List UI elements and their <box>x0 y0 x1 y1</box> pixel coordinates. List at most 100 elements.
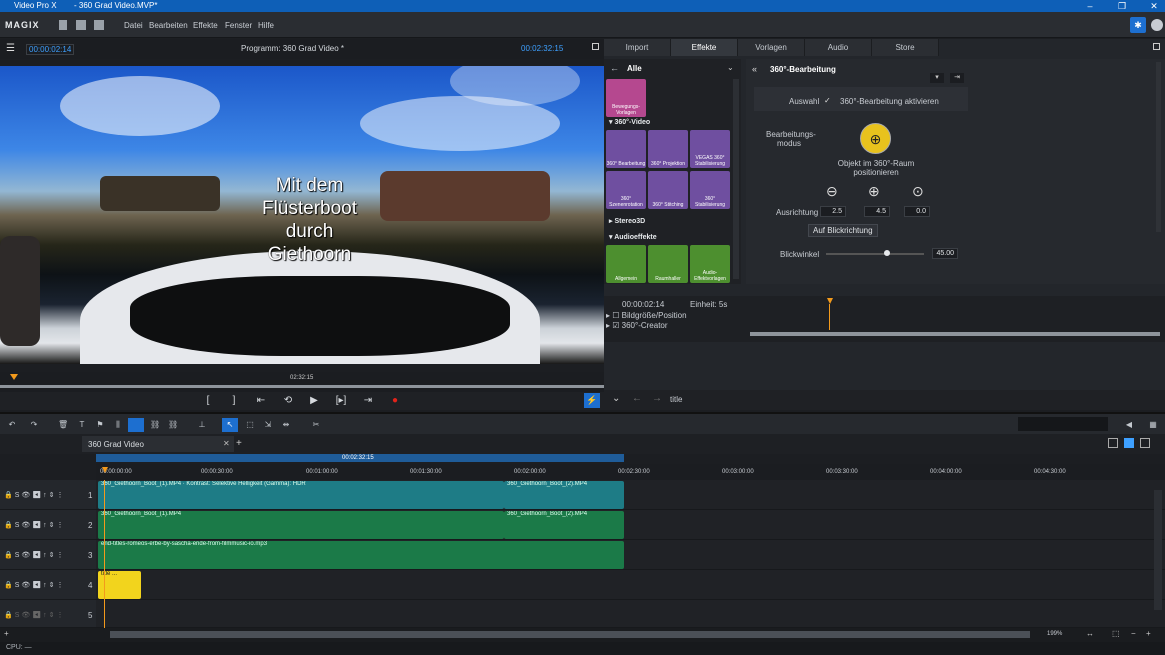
set-out-button[interactable]: ] <box>226 394 242 408</box>
effect-list-scrollbar[interactable] <box>733 79 739 279</box>
open-folder-icon[interactable] <box>76 20 86 30</box>
tile-audio-effektvorlagen[interactable]: Audio-Effektvorlagen <box>690 245 730 283</box>
tile-360-projektion[interactable]: 360° Projektion <box>648 130 688 168</box>
tab-vorlagen[interactable]: Vorlagen <box>738 39 805 56</box>
snap-icon[interactable]: ⊥ <box>198 421 206 429</box>
loop-mode-icon[interactable] <box>128 418 144 432</box>
tile-360-stabilisierung[interactable]: 360° Stabilisierung <box>690 171 730 209</box>
kf-row-360-creator[interactable]: ▸ ☑ 360°-Creator <box>606 321 668 330</box>
hscroll-thumb[interactable] <box>110 631 1030 638</box>
menu-fenster[interactable]: Fenster <box>225 21 252 30</box>
minimize-button[interactable]: – <box>1080 0 1100 12</box>
undock-panel-icon[interactable] <box>1153 43 1160 50</box>
save-icon[interactable] <box>94 20 104 30</box>
close-button[interactable]: ✕ <box>1144 0 1164 12</box>
back-arrow-icon[interactable]: ← <box>610 63 619 73</box>
fx-panel-scrollbar[interactable] <box>1156 62 1161 232</box>
menu-datei[interactable]: Datei <box>124 21 143 30</box>
fx-reset-icon[interactable]: ⇥ <box>950 73 964 83</box>
section-stereo3d[interactable]: ▸ Stereo3D <box>609 217 645 225</box>
loop-button[interactable]: ⟲ <box>280 394 296 408</box>
cut-tool-icon[interactable]: ⇹ <box>282 421 290 429</box>
tile-360-szenenrotation[interactable]: 360° Szenenrotation <box>606 171 646 209</box>
record-button[interactable]: ● <box>387 394 403 408</box>
zoom-fit-icon[interactable]: ↔ <box>1086 629 1094 638</box>
wizard-icon[interactable]: ✱ <box>1130 17 1146 33</box>
preview-scrubber[interactable]: 02:32:15 <box>0 372 604 392</box>
scene-view-icon[interactable] <box>1140 438 1150 448</box>
globe-mode-icon[interactable]: ⊕ <box>860 123 891 154</box>
blickwinkel-slider-knob[interactable] <box>883 250 890 256</box>
unlink-icon[interactable]: ⛓ <box>168 421 178 429</box>
timeline-view-icon[interactable] <box>1124 438 1134 448</box>
tile-360-stitching[interactable]: 360° Stitching <box>648 171 688 209</box>
back-icon[interactable]: ← <box>632 393 642 404</box>
pointer-tool-icon[interactable]: ↖ <box>222 418 238 432</box>
track-lane-5[interactable] <box>96 600 1165 628</box>
chevron-down-icon[interactable]: ⌄ <box>727 63 734 72</box>
undo-icon[interactable]: ↶ <box>8 421 16 429</box>
collapse-icon[interactable]: « <box>752 64 757 74</box>
activate-checkbox[interactable]: ✓ <box>824 96 831 105</box>
playhead-marker[interactable] <box>10 374 18 380</box>
tab-effekte[interactable]: Effekte <box>671 39 738 56</box>
kf-row-bildgroesse[interactable]: ▸ ☐ Bildgröße/Position <box>606 311 687 320</box>
zoom-level[interactable]: 199% <box>1047 631 1062 637</box>
add-tab-icon[interactable]: + <box>236 438 242 449</box>
track-header-4[interactable]: 🔒S👁◀↑⇕⋮ 4 <box>0 570 96 600</box>
magic-tool-icon[interactable]: ✂ <box>312 421 320 429</box>
play-button[interactable]: ▶ <box>306 394 322 408</box>
zoom-out-icon[interactable]: − <box>1131 629 1136 638</box>
new-file-icon[interactable] <box>59 20 67 30</box>
scrubber-track[interactable] <box>0 385 604 388</box>
tab-close-icon[interactable]: ✕ <box>223 439 230 448</box>
video-clip-1b[interactable]: 360_Giethoorn_Boot_(2).MP4 <box>504 481 624 509</box>
go-start-button[interactable]: ⇤ <box>253 394 269 408</box>
track-header-1[interactable]: 🔒S👁◀↑⇕⋮ 1 <box>0 480 96 510</box>
link-icon[interactable]: ⛓ <box>150 421 160 429</box>
pan-icon[interactable]: ⊕ <box>868 183 880 200</box>
track-header-3[interactable]: 🔒S👁◀↑⇕⋮ 3 <box>0 540 96 570</box>
tilt-value-field[interactable]: 2.5 <box>820 206 846 217</box>
track-header-2[interactable]: 🔒S👁◀↑⇕⋮ 2 <box>0 510 96 540</box>
undock-icon[interactable] <box>592 43 599 50</box>
blickwinkel-slider-track[interactable] <box>826 253 924 255</box>
timeline-playhead-marker[interactable] <box>102 467 108 473</box>
tilt-icon[interactable]: ⊖ <box>826 183 838 200</box>
marker-icon[interactable]: ⚑ <box>96 421 104 429</box>
redo-icon[interactable]: ↷ <box>30 421 38 429</box>
auf-blickrichtung-button[interactable]: Auf Blickrichtung <box>808 224 878 237</box>
category-dropdown[interactable]: Alle <box>627 64 642 73</box>
roll-icon[interactable]: ⊙ <box>912 183 924 200</box>
split-icon[interactable]: ⫼ <box>114 421 122 429</box>
zoom-range-icon[interactable]: ⬚ <box>1112 629 1120 638</box>
delete-icon[interactable]: 🗑 <box>58 421 68 429</box>
hamburger-menu-icon[interactable]: ☰ <box>6 43 15 54</box>
section-audioeffekte[interactable]: ▾ Audioeffekte <box>609 233 657 241</box>
audio-clip-2b[interactable]: 360_Giethoorn_Boot_(2).MP4 <box>504 511 624 539</box>
text-icon[interactable]: T <box>78 421 86 429</box>
zoom-in-icon[interactable]: + <box>1146 629 1151 638</box>
stretch-tool-icon[interactable]: ⇲ <box>264 421 272 429</box>
kf-playhead-marker[interactable] <box>827 298 833 304</box>
mixer-icon[interactable]: ▦ <box>1149 421 1157 429</box>
pan-value-field[interactable]: 4.5 <box>864 206 890 217</box>
tab-import[interactable]: Import <box>604 39 671 56</box>
tile-vegas-360-stabilisierung[interactable]: VEGAS 360° Stabilisierung <box>690 130 730 168</box>
tile-360-bearbeitung[interactable]: 360° Bearbeitung <box>606 130 646 168</box>
tab-store[interactable]: Store <box>872 39 939 56</box>
speaker-icon[interactable]: ◀ <box>1125 421 1133 429</box>
tile-bewegungs-vorlagen[interactable]: Bewegungs-Vorlagen <box>606 79 646 117</box>
menu-hilfe[interactable]: Hilfe <box>258 21 274 30</box>
video-preview[interactable]: Mit dem Flüsterboot durch Giethoorn <box>0 66 604 364</box>
tile-allgemein[interactable]: Allgemein <box>606 245 646 283</box>
add-track-icon[interactable]: + <box>4 629 9 638</box>
go-end-button[interactable]: ⇥ <box>360 394 376 408</box>
audio-clip-2a[interactable]: 360_Giethoorn_Boot_(1).MP4 <box>98 511 504 539</box>
program-timecode-left[interactable]: 00:00:02:14 <box>26 44 75 55</box>
tile-raumhaller[interactable]: Raumhaller <box>648 245 688 283</box>
roll-value-field[interactable]: 0.0 <box>904 206 930 217</box>
fx-dropdown-icon[interactable]: ▾ <box>930 73 944 83</box>
blickwinkel-value-field[interactable]: 45.00 <box>932 248 958 259</box>
storyboard-view-icon[interactable] <box>1108 438 1118 448</box>
